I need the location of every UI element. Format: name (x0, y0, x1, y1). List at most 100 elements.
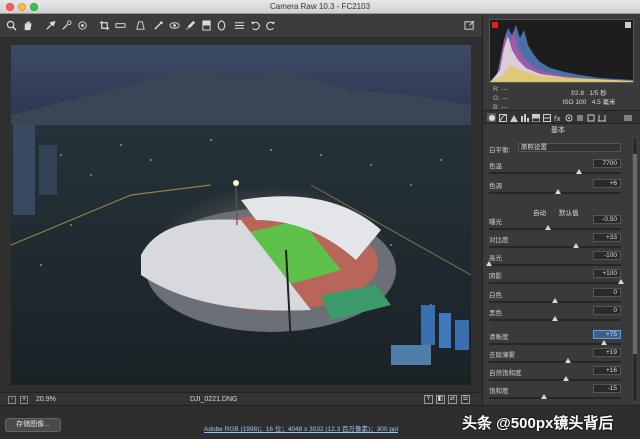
tab-calibration[interactable] (564, 113, 573, 122)
histogram (489, 19, 634, 83)
tab-split-toning[interactable] (531, 113, 540, 122)
tab-basic[interactable] (487, 113, 496, 122)
slider-value-field[interactable]: +16 (593, 366, 621, 375)
save-image-button[interactable]: 存储图像... (5, 418, 61, 432)
exif-info: f/2.8 1/5 秒 ISO 100 4.5 毫米 (541, 89, 637, 107)
white-balance-label: 白平衡: (489, 147, 511, 154)
view-settings-button[interactable]: ☰ (461, 395, 470, 404)
slider-thumb[interactable] (552, 298, 558, 303)
tab-hsl[interactable] (520, 113, 529, 122)
slider-value-field[interactable]: -15 (593, 384, 621, 393)
tab-snapshots[interactable] (586, 113, 595, 122)
slider-thumb[interactable] (552, 316, 558, 321)
auto-button[interactable]: 自动 (533, 207, 546, 217)
radial-filter-icon[interactable] (216, 20, 227, 31)
window-title: Camera Raw 10.3 - FC2103 (269, 2, 371, 11)
zoom-level[interactable]: 20.9% (36, 396, 56, 403)
slider-value-field[interactable]: 0 (593, 306, 621, 315)
crop-icon[interactable] (99, 20, 110, 31)
slider-thumb[interactable] (554, 189, 561, 194)
transform-icon[interactable] (135, 20, 146, 31)
graduated-filter-icon[interactable] (201, 20, 212, 31)
slider-label: 阴影 (489, 273, 502, 280)
slider-thumb[interactable] (565, 358, 572, 363)
slider-label: 曝光 (489, 219, 502, 226)
slider-thumb[interactable] (573, 243, 580, 248)
slider-track[interactable] (489, 316, 621, 321)
fullscreen-icon[interactable] (464, 20, 475, 31)
slider-thumb[interactable] (541, 394, 548, 399)
slider-value-field[interactable]: +100 (593, 269, 621, 278)
preferences-icon[interactable] (234, 20, 245, 31)
slider-thumb[interactable] (575, 169, 582, 174)
svg-text:fx: fx (554, 115, 561, 122)
slider-value-field[interactable]: +6 (593, 179, 621, 188)
default-button[interactable]: 默认值 (559, 207, 579, 217)
spot-removal-icon[interactable] (153, 20, 164, 31)
slider-track[interactable] (489, 225, 621, 230)
slider-value-field[interactable]: -100 (593, 251, 621, 260)
redeye-icon[interactable] (169, 20, 180, 31)
slider-track[interactable] (489, 340, 621, 345)
workflow-options-link[interactable]: Adobe RGB (1998)；16 位；4048 x 3032 (12.3 … (204, 423, 398, 433)
slider-thumb[interactable] (562, 376, 569, 381)
photo-preview[interactable] (11, 45, 471, 385)
slider-thumb[interactable] (600, 340, 607, 345)
slider-track[interactable] (489, 243, 621, 248)
tab-lens-corrections[interactable] (542, 113, 551, 122)
white-balance-select[interactable]: 原照设置 (518, 143, 621, 152)
tab-presets[interactable] (575, 113, 584, 122)
tab-effects[interactable]: fx (553, 113, 562, 122)
adjustment-brush-icon[interactable] (185, 20, 196, 31)
slider-label: 对比度 (489, 237, 509, 244)
swap-view-button[interactable]: ⇄ (448, 395, 457, 404)
scrollbar-thumb[interactable] (633, 154, 637, 354)
zoom-in-button[interactable]: + (20, 396, 28, 404)
toolbar (0, 14, 482, 38)
white-balance-icon[interactable] (45, 20, 56, 31)
zoom-out-button[interactable]: - (8, 396, 16, 404)
slider-track[interactable] (489, 376, 621, 381)
tab-camera-profile[interactable] (597, 113, 606, 122)
slider-value-field[interactable]: +19 (593, 348, 621, 357)
rotate-left-icon[interactable] (250, 20, 261, 31)
file-name: DJI_0221.DNG (190, 396, 238, 403)
slider-thumb[interactable] (545, 225, 552, 230)
slider-track[interactable] (489, 169, 621, 174)
slider-track[interactable] (489, 189, 621, 194)
slider-label: 黑色 (489, 310, 502, 317)
slider-track[interactable] (489, 298, 621, 303)
panel-scrollbar[interactable] (632, 137, 638, 402)
color-sampler-icon[interactable] (61, 20, 72, 31)
section-title: 基本 (551, 127, 565, 134)
slider-value-field[interactable]: 0 (593, 288, 621, 297)
before-after-y-button[interactable]: Y (424, 395, 433, 404)
title-bar: Camera Raw 10.3 - FC2103 (0, 0, 640, 14)
slider-value-field[interactable]: 7700 (593, 159, 621, 168)
slider-thumb[interactable] (486, 261, 492, 266)
iso: ISO 100 (562, 99, 587, 106)
slider-track[interactable] (489, 279, 624, 284)
rotate-right-icon[interactable] (265, 20, 276, 31)
r-value: R: --- (493, 86, 508, 93)
tab-detail[interactable] (509, 113, 518, 122)
slider-track[interactable] (489, 358, 621, 363)
slider-track[interactable] (489, 394, 621, 399)
focal-length: 4.5 毫米 (591, 99, 616, 106)
target-adjust-icon[interactable] (77, 20, 88, 31)
shadow-clipping-icon[interactable] (492, 22, 498, 28)
slider-value-field[interactable]: +33 (593, 233, 621, 242)
slider-label: 饱和度 (489, 388, 509, 395)
hand-icon[interactable] (22, 20, 33, 31)
slider-track[interactable] (486, 261, 621, 266)
slider-value-field[interactable]: +75 (593, 330, 621, 339)
highlight-clipping-icon[interactable] (625, 22, 631, 28)
panel-menu-icon[interactable] (623, 113, 632, 122)
compare-view-button[interactable]: ◧ (436, 395, 445, 404)
zoom-icon[interactable] (6, 20, 17, 31)
shutter-speed: 1/5 秒 (589, 90, 607, 97)
tab-tone-curve[interactable] (498, 113, 507, 122)
slider-value-field[interactable]: -0.50 (593, 215, 621, 224)
slider-thumb[interactable] (618, 279, 624, 284)
straighten-icon[interactable] (115, 20, 126, 31)
